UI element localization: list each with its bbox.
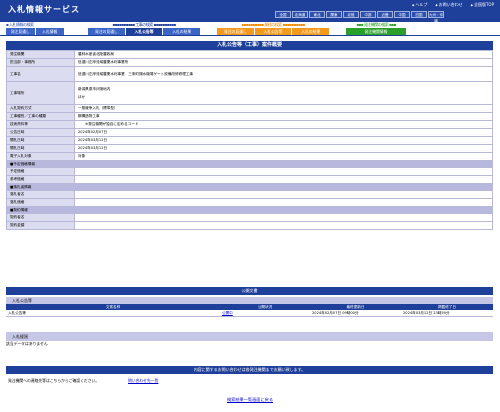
contact-title: 内容に関するお問い合わせは各発注機関までお願い致します。 bbox=[6, 366, 493, 374]
documents-title: 公開文書 bbox=[6, 287, 493, 295]
detail-row: 技術資料等 ※発注機関が独自に定めるコード bbox=[6, 120, 493, 129]
document-updated: 2024年02月07日 09時00分 bbox=[312, 311, 359, 315]
detail-row: 工事場所 新潟県燕市戸隠地内 ほか bbox=[6, 81, 493, 105]
region-tab[interactable]: 九州・沖縄 bbox=[428, 11, 444, 23]
detail-row: 参考価格 bbox=[6, 175, 493, 184]
contact-text: 発注機関への連絡先等はこちらからご確認ください。 bbox=[8, 378, 100, 383]
documents-subtitle: 入札公告等 bbox=[6, 297, 493, 304]
nav-tab-active[interactable]: 入札公告等 bbox=[125, 28, 163, 35]
region-tab[interactable]: 近畿 bbox=[377, 11, 393, 18]
section-header: ■予定価格情報 bbox=[6, 160, 493, 168]
nav-tab[interactable]: 発注の見通し bbox=[217, 28, 254, 35]
national-top-link[interactable]: 全国版TOP bbox=[471, 2, 494, 8]
region-tab[interactable]: 東北 bbox=[309, 11, 325, 18]
region-tab[interactable]: 中国 bbox=[394, 11, 410, 18]
app-title[interactable]: 入札情報サービス bbox=[8, 4, 80, 15]
nav-tab[interactable]: 発注見通し bbox=[6, 28, 35, 35]
region-tab[interactable]: 北海道 bbox=[292, 11, 308, 18]
section-header: ■落札者情報 bbox=[6, 183, 493, 191]
detail-row: 開札日時 2024年03月12日 bbox=[6, 144, 493, 153]
back-link[interactable]: 検索結果一覧画面に戻る bbox=[227, 397, 273, 402]
detail-row: 契約者名 bbox=[6, 213, 493, 222]
header-links: ヘルプ お問い合わせ 全国版TOP bbox=[412, 2, 494, 8]
detail-row: 落札価格 bbox=[6, 198, 493, 207]
region-tabs: 全国 北海道 東北 関東 北陸 中部 近畿 中国 四国 九州・沖縄 bbox=[275, 11, 444, 23]
region-tab[interactable]: 中部 bbox=[360, 11, 376, 18]
help-link[interactable]: ヘルプ bbox=[412, 2, 427, 8]
detail-title: 入札公告等（工事）案件概要 bbox=[6, 41, 493, 50]
nav-tab[interactable]: 入札情報 bbox=[35, 28, 64, 35]
nav-tab[interactable]: 発注の見通し bbox=[88, 28, 125, 35]
result-empty-text: 該当データはありません bbox=[6, 341, 48, 346]
region-tab[interactable]: 北陸 bbox=[343, 11, 359, 18]
table-row: 入札公告等 公開中 2024年02月07日 09時00分 2024年03月12日… bbox=[6, 310, 493, 317]
nav-group-agency: ▪▪▪ 発注機関の検索 ▪▪▪ 発注機関情報 bbox=[346, 22, 406, 36]
detail-row: 工事名 信濃川左岸流域農業水利事業 三条町揚水機場ゲート設備改修修理工事 bbox=[6, 66, 493, 82]
region-tab[interactable]: 全国 bbox=[275, 11, 291, 18]
detail-row: 公告日時 2024年02月07日 bbox=[6, 128, 493, 137]
document-name: 入札公告等 bbox=[8, 311, 26, 315]
result-subtitle: 入札経過 bbox=[6, 332, 493, 341]
region-tab[interactable]: 四国 bbox=[411, 11, 427, 18]
detail-row: 契約金額 bbox=[6, 221, 493, 230]
detail-table: 発注機関 農林水産省北陸農政局 担当部・事務所 信濃川左岸流域農業水利事業所 工事名… bbox=[6, 50, 493, 230]
detail-row: 入札契約方式 一般競争入札（標準型） bbox=[6, 104, 493, 113]
nav-tab[interactable]: 入札の結果 bbox=[163, 28, 201, 35]
region-tab[interactable]: 関東 bbox=[326, 11, 342, 18]
detail-row: 予定価格 bbox=[6, 167, 493, 176]
detail-row: 工事種別／工事の種類 鋼構造物工事 bbox=[6, 112, 493, 121]
nav-tab[interactable]: 入札公告等 bbox=[254, 28, 292, 35]
search-nav: ▪ 入札情報の検索 発注見通し 入札情報 ▪▪▪▪▪▪▪▪▪▪ 工事の検索 ▪▪… bbox=[0, 22, 500, 36]
document-status-link[interactable]: 公開中 bbox=[220, 310, 310, 316]
back-to-results: 検索結果一覧画面に戻る bbox=[0, 397, 500, 403]
nav-tab[interactable]: 発注機関情報 bbox=[346, 28, 406, 35]
contact-link-top[interactable]: お問い合わせ bbox=[435, 2, 463, 8]
section-header: ■契約情報 bbox=[6, 206, 493, 214]
detail-row: 発注機関 農林水産省北陸農政局 bbox=[6, 50, 493, 59]
contact-list-link[interactable]: 問い合わせ先一覧 bbox=[128, 378, 158, 384]
nav-group-construction: ▪▪▪▪▪▪▪▪▪▪ 工事の検索 ▪▪▪▪▪▪▪▪▪▪ 発注の見通し 入札公告等… bbox=[88, 22, 201, 36]
detail-row: 担当部・事務所 信濃川左岸流域農業水利事業所 bbox=[6, 58, 493, 67]
nav-group-all: ▪ 入札情報の検索 発注見通し 入札情報 bbox=[6, 22, 64, 36]
nav-tab[interactable]: 入札の結果 bbox=[292, 28, 330, 35]
detail-row: 電子入札対象 対象 bbox=[6, 152, 493, 161]
detail-row: 開札日時 2024年03月12日 bbox=[6, 136, 493, 145]
document-end: 2024年03月12日 23時59分 bbox=[403, 311, 450, 315]
nav-group-services: ▪▪▪▪▪▪▪▪▪▪ 業務の検索 ▪▪▪▪▪▪▪▪▪▪ 発注の見通し 入札公告等… bbox=[217, 22, 330, 36]
detail-row: 落札者名 bbox=[6, 190, 493, 199]
